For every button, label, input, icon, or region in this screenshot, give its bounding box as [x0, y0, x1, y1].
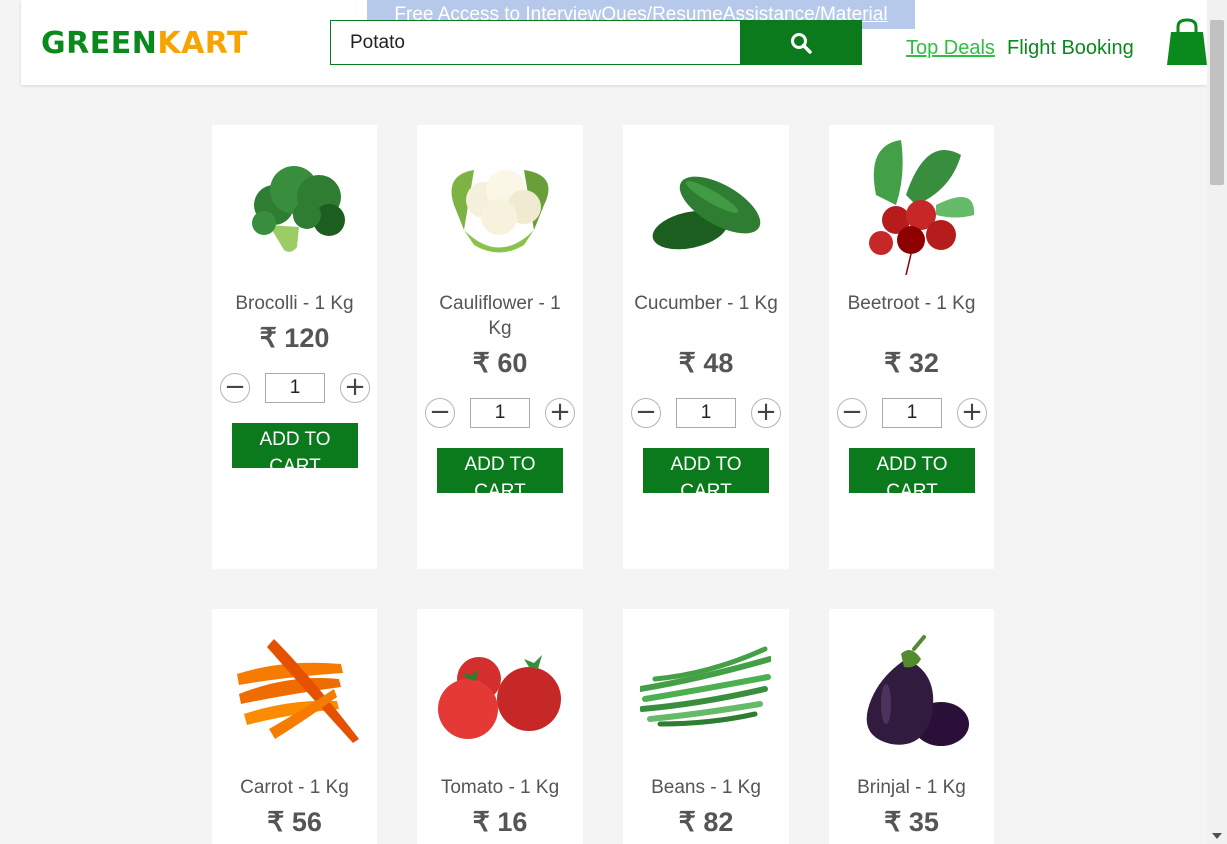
product-name: Cucumber - 1 Kg — [634, 293, 778, 314]
product-price: ₹ 120 — [259, 323, 330, 353]
quantity-input[interactable] — [676, 398, 736, 428]
scrollbar-thumb[interactable] — [1210, 20, 1224, 185]
quantity-stepper: − + — [631, 398, 781, 428]
product-card: Tomato - 1 Kg ₹ 16 — [417, 609, 583, 844]
quantity-input[interactable] — [265, 373, 325, 403]
nav-flight-booking-link[interactable]: Flight Booking — [1007, 37, 1134, 60]
quantity-stepper: − + — [220, 373, 370, 403]
plus-icon[interactable]: + — [751, 398, 781, 428]
search-button[interactable] — [740, 20, 861, 65]
minus-icon[interactable]: − — [425, 398, 455, 428]
add-to-cart-button[interactable]: ADD TO CART — [437, 448, 563, 493]
product-name: Beans - 1 Kg — [651, 777, 761, 798]
plus-icon[interactable]: + — [957, 398, 987, 428]
product-name: Cauliflower - 1 Kg — [439, 293, 561, 339]
product-price: ₹ 16 — [472, 807, 528, 837]
nav-top-deals-link[interactable]: Top Deals — [906, 37, 995, 60]
logo-orange: KART — [157, 26, 249, 61]
add-to-cart-button[interactable]: ADD TO CART — [849, 448, 975, 493]
product-card: Beetroot - 1 Kg ₹ 32 − + ADD TO CART — [829, 125, 994, 569]
cauliflower-image — [451, 170, 549, 253]
carrot-image — [237, 639, 359, 743]
page-scrollbar[interactable] — [1207, 0, 1227, 844]
product-card: Brocolli - 1 Kg ₹ 120 − + ADD TO CART — [212, 125, 377, 569]
quantity-input[interactable] — [470, 398, 530, 428]
product-card: Cauliflower - 1 Kg ₹ 60 − + ADD TO CART — [417, 125, 583, 569]
product-price: ₹ 60 — [472, 348, 528, 378]
product-price: ₹ 56 — [267, 807, 322, 837]
add-to-cart-button[interactable]: ADD TO CART — [643, 448, 769, 493]
logo-green: GREEN — [41, 26, 158, 61]
header: GREENKART Free Access to InterviewQues/R… — [21, 0, 1207, 85]
product-price: ₹ 48 — [678, 348, 734, 378]
product-card: Cucumber - 1 Kg ₹ 48 − + ADD TO CART — [623, 125, 789, 569]
minus-icon[interactable]: − — [631, 398, 661, 428]
brand-logo[interactable]: GREENKART — [41, 26, 248, 61]
product-name: Carrot - 1 Kg — [240, 777, 349, 798]
product-name: Brinjal - 1 Kg — [857, 777, 966, 798]
tomato-image — [438, 655, 561, 739]
brinjal-image — [866, 635, 969, 746]
search-icon — [790, 32, 812, 54]
product-price: ₹ 32 — [884, 348, 939, 378]
plus-icon[interactable]: + — [545, 398, 575, 428]
product-name: Beetroot - 1 Kg — [847, 293, 976, 314]
search-bar — [330, 20, 862, 65]
product-card: Brinjal - 1 Kg ₹ 35 — [829, 609, 994, 844]
beans-image — [640, 646, 771, 727]
minus-icon[interactable]: − — [220, 373, 250, 403]
add-to-cart-button[interactable]: ADD TO CART — [232, 423, 358, 468]
product-name: Brocolli - 1 Kg — [235, 293, 354, 314]
product-price: ₹ 82 — [678, 807, 734, 837]
search-input[interactable] — [331, 21, 741, 64]
broccoli-image — [252, 166, 345, 252]
shopping-bag-icon[interactable] — [1167, 18, 1207, 65]
product-price: ₹ 35 — [884, 807, 939, 837]
beetroot-image — [869, 140, 975, 275]
cucumber-image — [652, 176, 761, 250]
quantity-stepper: − + — [837, 398, 987, 428]
quantity-stepper: − + — [425, 398, 575, 428]
quantity-input[interactable] — [882, 398, 942, 428]
minus-icon[interactable]: − — [837, 398, 867, 428]
product-card: Carrot - 1 Kg ₹ 56 — [212, 609, 377, 844]
product-card: Beans - 1 Kg ₹ 82 — [623, 609, 789, 844]
scroll-down-arrow-icon[interactable] — [1212, 833, 1222, 839]
product-name: Tomato - 1 Kg — [440, 777, 560, 798]
plus-icon[interactable]: + — [340, 373, 370, 403]
